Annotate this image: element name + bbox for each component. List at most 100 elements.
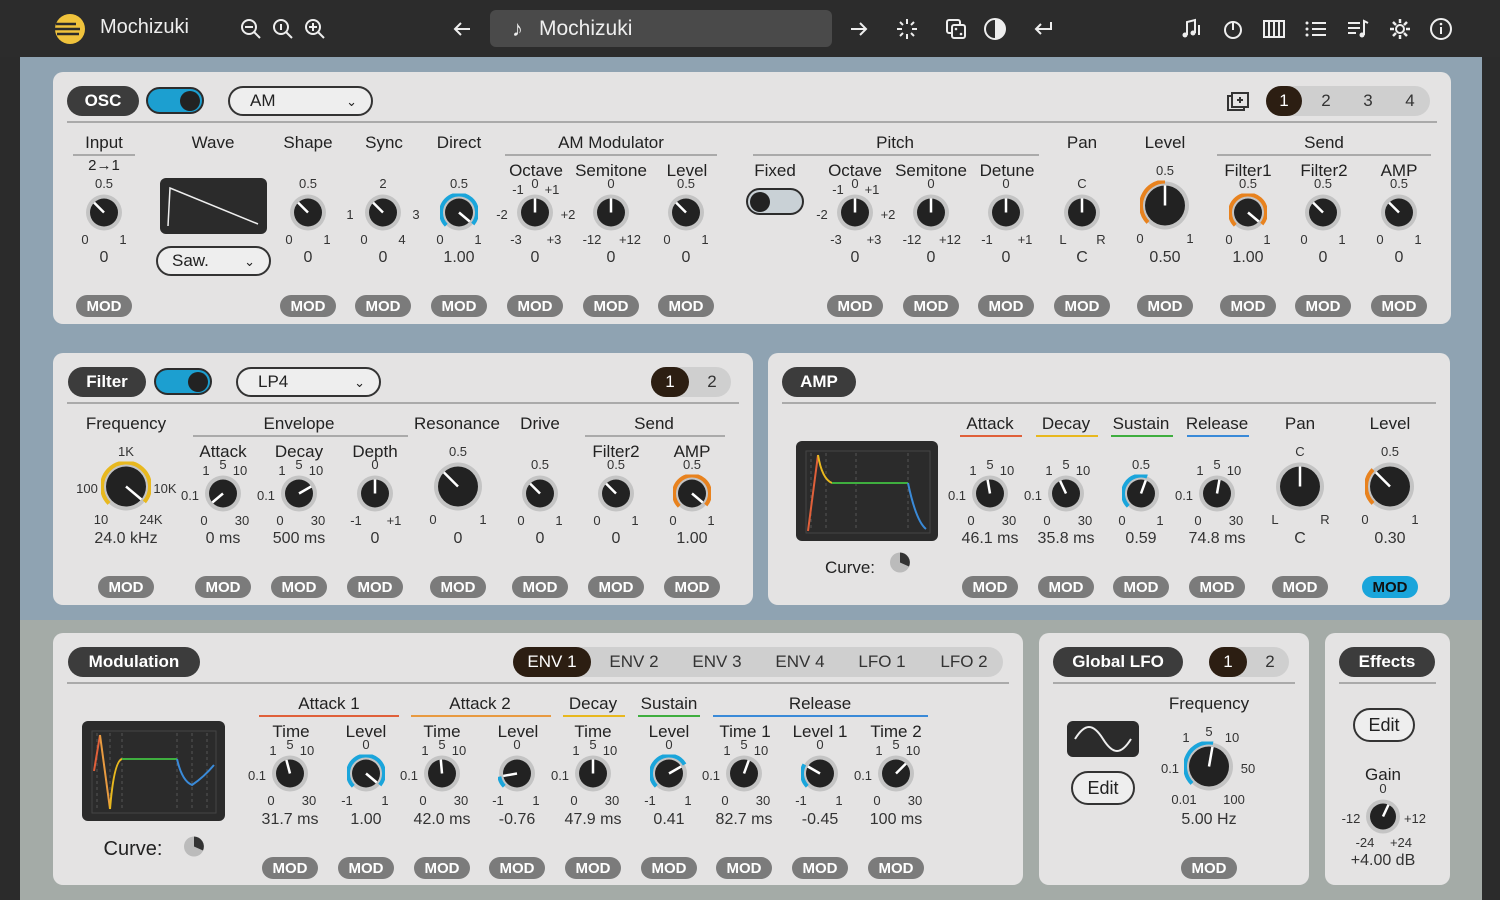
contrast-icon[interactable] xyxy=(980,14,1010,44)
osc-f1-mod-button[interactable]: MOD xyxy=(1220,295,1276,317)
osc-f2-knob[interactable] xyxy=(1304,194,1342,237)
glfo-tab-2[interactable]: 2 xyxy=(1251,647,1289,677)
power-icon[interactable] xyxy=(1218,14,1248,44)
amp-release-knob[interactable] xyxy=(1198,475,1236,518)
osc-input-knob[interactable] xyxy=(85,194,123,237)
list-icon[interactable] xyxy=(1301,14,1331,44)
glfo-tab-1[interactable]: 1 xyxy=(1209,647,1247,677)
amp-pan-mod-button[interactable]: MOD xyxy=(1272,576,1328,598)
filter-freq-knob[interactable] xyxy=(100,460,152,517)
filter-decay-mod-button[interactable]: MOD xyxy=(271,576,327,598)
filter-freq-mod-button[interactable]: MOD xyxy=(98,576,154,598)
osc-shape-mod-button[interactable]: MOD xyxy=(280,295,336,317)
filter-f2-knob[interactable] xyxy=(597,475,635,518)
filter-amp-knob[interactable] xyxy=(672,473,712,518)
osc-detune-knob[interactable] xyxy=(987,194,1025,237)
wave-display[interactable] xyxy=(160,178,267,234)
osc-tab-4[interactable]: 4 xyxy=(1392,86,1428,116)
mod-dt-mod-button[interactable]: MOD xyxy=(565,857,621,879)
mod-tab-lfo1[interactable]: LFO 1 xyxy=(843,647,921,677)
amp-curve-knob[interactable] xyxy=(889,552,911,579)
osc-am_level-mod-button[interactable]: MOD xyxy=(658,295,714,317)
osc-am_level-knob[interactable] xyxy=(667,194,705,237)
wave-select[interactable]: Saw. ⌄ xyxy=(156,246,271,276)
zoom-out-icon[interactable] xyxy=(236,14,266,44)
info-icon[interactable] xyxy=(1426,14,1456,44)
osc-p_oct-mod-button[interactable]: MOD xyxy=(827,295,883,317)
mod-r2t-knob[interactable] xyxy=(877,755,915,798)
mod-r1l-knob[interactable] xyxy=(800,755,839,798)
amp-pan-knob[interactable] xyxy=(1275,462,1325,517)
osc-level-knob[interactable] xyxy=(1139,179,1190,236)
gear-icon[interactable] xyxy=(1385,14,1415,44)
osc-direct-mod-button[interactable]: MOD xyxy=(431,295,487,317)
mod-a1t-mod-button[interactable]: MOD xyxy=(262,857,318,879)
filter-decay-knob[interactable] xyxy=(280,475,318,518)
amp-envelope-display[interactable] xyxy=(796,441,938,541)
undo-icon[interactable] xyxy=(1028,14,1058,44)
osc-am_oct-mod-button[interactable]: MOD xyxy=(507,295,563,317)
osc-p_semi-mod-button[interactable]: MOD xyxy=(903,295,959,317)
mod-curve-knob[interactable] xyxy=(183,836,205,863)
amp-sustain-knob[interactable] xyxy=(1121,473,1160,518)
playlist-icon[interactable] xyxy=(1343,14,1373,44)
osc-sync-mod-button[interactable]: MOD xyxy=(355,295,411,317)
osc-p_oct-knob[interactable] xyxy=(836,194,874,237)
osc-pan-knob[interactable] xyxy=(1063,194,1101,237)
mod-sl-mod-button[interactable]: MOD xyxy=(641,857,697,879)
filter-power-toggle[interactable] xyxy=(154,368,212,395)
filter-drive-mod-button[interactable]: MOD xyxy=(512,576,568,598)
osc-f2-mod-button[interactable]: MOD xyxy=(1295,295,1351,317)
amp-attack-knob[interactable] xyxy=(971,475,1009,518)
mod-a2l-mod-button[interactable]: MOD xyxy=(489,857,545,879)
mod-a1l-knob[interactable] xyxy=(346,753,386,798)
glfo-freq-mod-button[interactable]: MOD xyxy=(1181,857,1237,879)
osc-am_oct-knob[interactable] xyxy=(516,194,554,237)
filter-reso-mod-button[interactable]: MOD xyxy=(430,576,486,598)
mod-a2t-knob[interactable] xyxy=(423,755,461,798)
osc-shape-knob[interactable] xyxy=(289,194,327,237)
preset-name-box[interactable]: ♪ Mochizuki xyxy=(490,10,832,47)
amp-level-mod-button[interactable]: MOD xyxy=(1362,576,1418,598)
mod-sl-knob[interactable] xyxy=(649,753,688,798)
glfo-freq-knob[interactable] xyxy=(1183,740,1234,797)
amp-level-knob[interactable] xyxy=(1364,462,1415,517)
osc-direct-knob[interactable] xyxy=(439,192,479,237)
mod-tab-env3[interactable]: ENV 3 xyxy=(678,647,756,677)
next-preset-icon[interactable] xyxy=(844,14,874,44)
mod-a1t-knob[interactable] xyxy=(271,755,309,798)
amp-sustain-mod-button[interactable]: MOD xyxy=(1113,576,1169,598)
filter-amp-mod-button[interactable]: MOD xyxy=(664,576,720,598)
zoom-reset-icon[interactable] xyxy=(268,14,298,44)
previous-preset-icon[interactable] xyxy=(447,14,477,44)
osc-amp-mod-button[interactable]: MOD xyxy=(1371,295,1427,317)
osc-tab-3[interactable]: 3 xyxy=(1350,86,1386,116)
mod-tab-env4[interactable]: ENV 4 xyxy=(761,647,839,677)
mod-dt-knob[interactable] xyxy=(574,755,612,798)
mod-tab-lfo2[interactable]: LFO 2 xyxy=(925,647,1003,677)
filter-type-select[interactable]: LP4 ⌄ xyxy=(236,367,381,397)
osc-amp-knob[interactable] xyxy=(1380,194,1418,237)
osc-sync-knob[interactable] xyxy=(364,194,402,237)
osc-type-select[interactable]: AM ⌄ xyxy=(228,86,373,116)
mod-r1t-knob[interactable] xyxy=(725,755,763,798)
mod-a2t-mod-button[interactable]: MOD xyxy=(414,857,470,879)
mod-tab-env1[interactable]: ENV 1 xyxy=(513,647,591,677)
osc-tab-2[interactable]: 2 xyxy=(1308,86,1344,116)
osc-tab-1[interactable]: 1 xyxy=(1266,86,1302,116)
effects-edit-button[interactable]: Edit xyxy=(1353,708,1415,742)
osc-p_semi-knob[interactable] xyxy=(912,194,950,237)
glfo-wave-display[interactable] xyxy=(1067,721,1139,757)
amp-attack-mod-button[interactable]: MOD xyxy=(962,576,1018,598)
filter-drive-knob[interactable] xyxy=(521,475,559,518)
filter-tab-2[interactable]: 2 xyxy=(693,367,731,397)
filter-depth-mod-button[interactable]: MOD xyxy=(347,576,403,598)
filter-f2-mod-button[interactable]: MOD xyxy=(588,576,644,598)
osc-am_semi-knob[interactable] xyxy=(592,194,630,237)
zoom-in-icon[interactable] xyxy=(300,14,330,44)
filter-tab-1[interactable]: 1 xyxy=(651,367,689,397)
amp-decay-knob[interactable] xyxy=(1047,475,1085,518)
dice-icon[interactable] xyxy=(941,14,971,44)
filter-attack-mod-button[interactable]: MOD xyxy=(195,576,251,598)
osc-input-mod-button[interactable]: MOD xyxy=(76,295,132,317)
